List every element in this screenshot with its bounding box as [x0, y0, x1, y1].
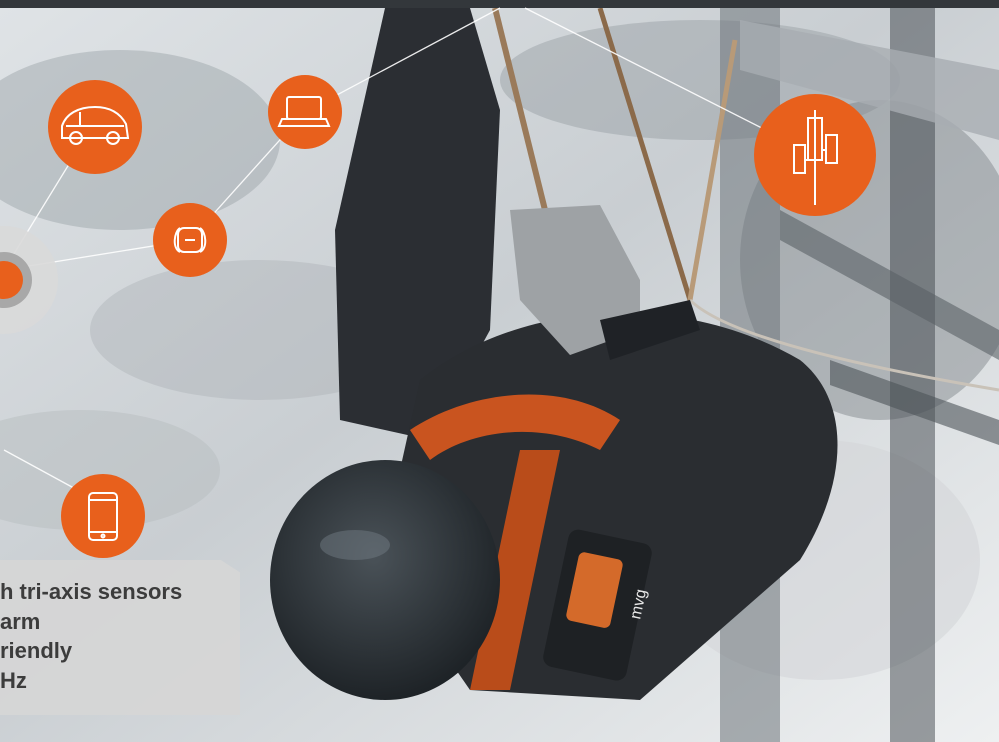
- feature-list: h tri-axis sensors arm riendly Hz: [0, 577, 182, 695]
- feature-item: riendly: [0, 638, 73, 663]
- feature-item: arm: [0, 608, 41, 634]
- feature-item: Hz: [0, 667, 27, 693]
- feature-item: h tri-axis sensors: [0, 579, 183, 604]
- top-bar: [0, 0, 999, 8]
